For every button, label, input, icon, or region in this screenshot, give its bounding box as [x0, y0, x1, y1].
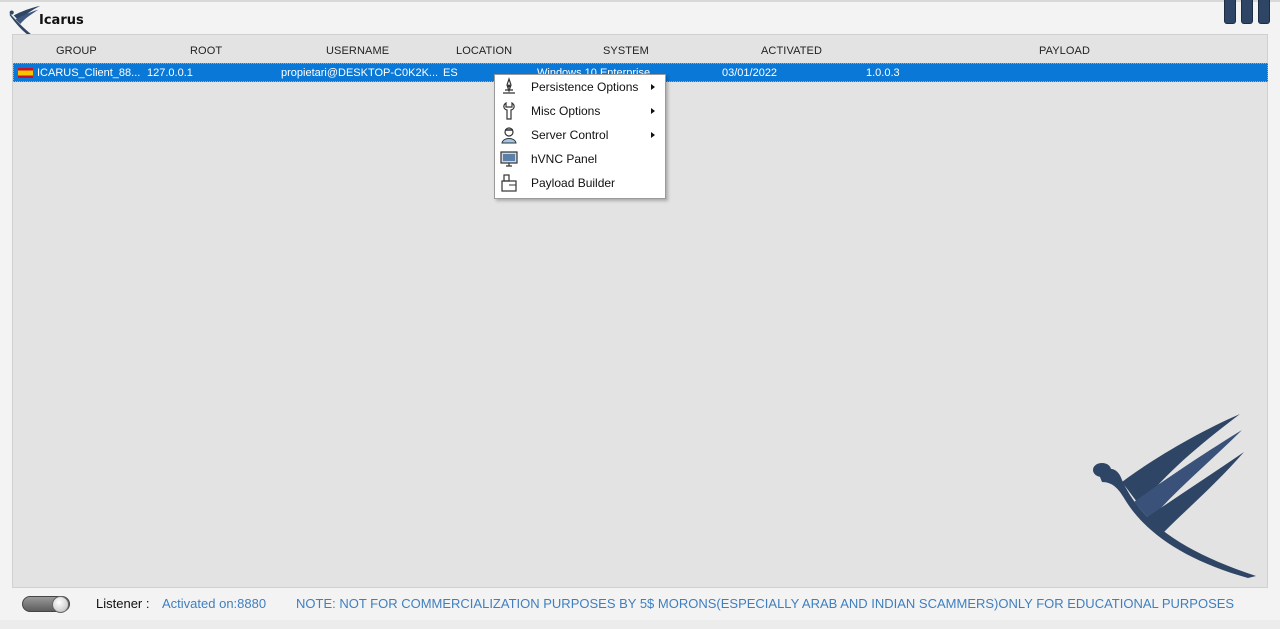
- cell-payload: 1.0.0.3: [866, 67, 900, 79]
- menu-item-label: Misc Options: [531, 104, 601, 118]
- persistence-icon: [503, 77, 515, 94]
- builder-icon: [501, 174, 517, 192]
- disclaimer-note: NOTE: NOT FOR COMMERCIALIZATION PURPOSES…: [296, 596, 1235, 611]
- monitor-icon: [500, 151, 518, 167]
- table-header: GROUP ROOT USERNAME LOCATION SYSTEM ACTI…: [13, 35, 1267, 63]
- icarus-watermark-icon: [1093, 414, 1256, 578]
- top-strip: [0, 0, 1280, 2]
- menu-item-label: Payload Builder: [531, 176, 616, 190]
- listener-label: Listener :: [96, 596, 150, 611]
- cell-root: 127.0.0.1: [147, 67, 193, 79]
- spain-flag-icon: [18, 68, 33, 78]
- menu-item-label: hVNC Panel: [531, 152, 598, 166]
- context-menu: Persistence Options Misc Options Server …: [494, 74, 666, 199]
- column-header-username[interactable]: USERNAME: [326, 45, 389, 57]
- column-header-system[interactable]: SYSTEM: [603, 45, 649, 57]
- column-header-location[interactable]: LOCATION: [456, 45, 512, 57]
- minimize-button[interactable]: [1224, 0, 1236, 24]
- app-title: Icarus: [39, 13, 84, 28]
- listener-toggle[interactable]: [22, 596, 70, 613]
- status-bar: Listener : Activated on:8880 NOTE: NOT F…: [12, 590, 1268, 618]
- cell-activated: 03/01/2022: [722, 67, 778, 79]
- bottom-edge: [0, 620, 1280, 629]
- menu-item-label: Persistence Options: [531, 80, 639, 94]
- cell-location: ES: [443, 67, 458, 79]
- menu-item-server-control[interactable]: Server Control: [495, 123, 665, 147]
- server-user-icon: [501, 127, 517, 144]
- menu-item-hvnc-panel[interactable]: hVNC Panel: [495, 147, 665, 171]
- menu-item-payload-builder[interactable]: Payload Builder: [495, 171, 665, 195]
- cell-group: ICARUS_Client_88...: [37, 67, 141, 79]
- submenu-arrow-icon: [651, 108, 655, 114]
- cell-username: propietari@DESKTOP-C0K2K...: [281, 67, 439, 79]
- close-button[interactable]: [1258, 0, 1270, 24]
- column-header-activated[interactable]: ACTIVATED: [761, 45, 822, 57]
- column-header-root[interactable]: ROOT: [190, 45, 222, 57]
- column-header-group[interactable]: GROUP: [56, 45, 97, 57]
- submenu-arrow-icon: [651, 132, 655, 138]
- listener-status: Activated on:8880: [162, 596, 267, 611]
- window-controls: [1224, 0, 1270, 24]
- toggle-knob: [52, 596, 69, 613]
- menu-item-misc-options[interactable]: Misc Options: [495, 99, 665, 123]
- submenu-arrow-icon: [651, 84, 655, 90]
- menu-item-persistence-options[interactable]: Persistence Options: [495, 75, 665, 99]
- tools-icon: [503, 101, 515, 120]
- column-header-payload[interactable]: PAYLOAD: [1039, 45, 1090, 57]
- maximize-button[interactable]: [1241, 0, 1253, 24]
- menu-item-label: Server Control: [531, 128, 609, 142]
